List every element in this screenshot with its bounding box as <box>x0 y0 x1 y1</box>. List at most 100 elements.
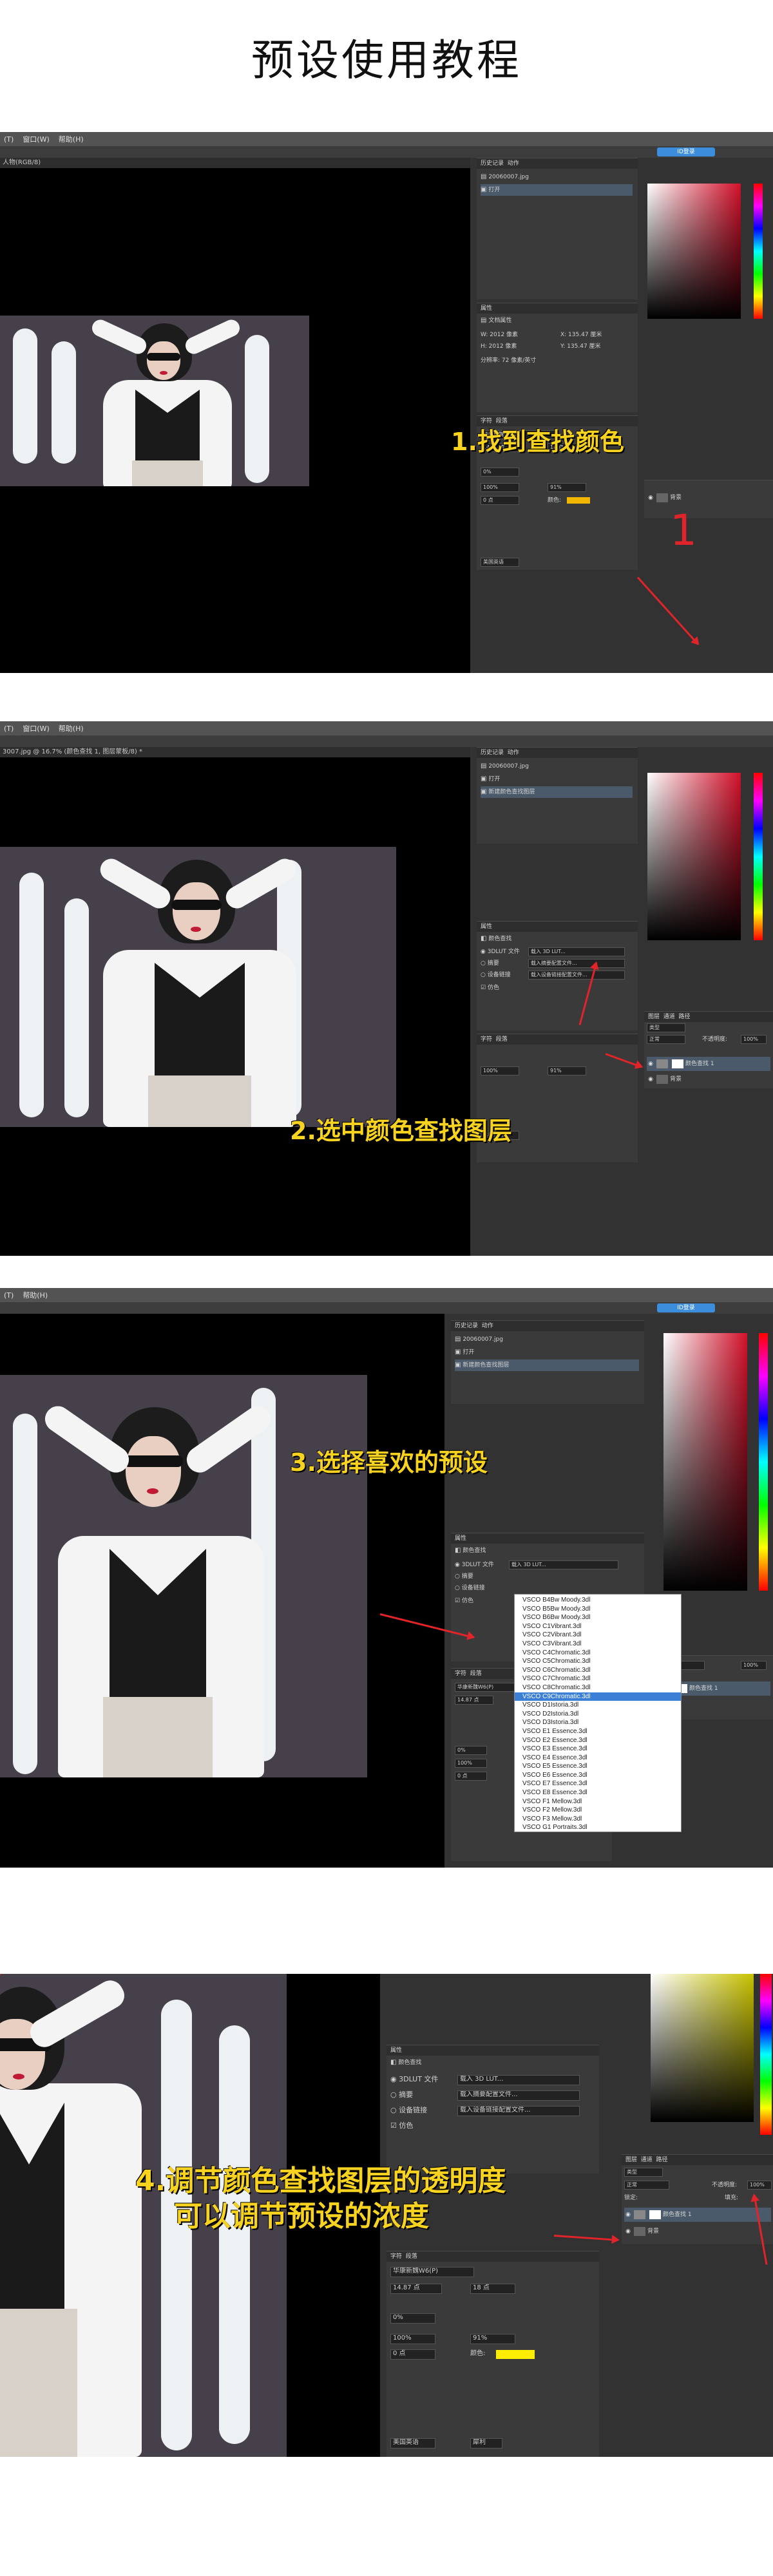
preset-option[interactable]: VSCO E7 Essence.3dl <box>515 1779 681 1788</box>
preset-option[interactable]: VSCO D1Istoria.3dl <box>515 1701 681 1710</box>
horizontal-scale-field[interactable]: 91% <box>470 2334 515 2344</box>
document-tab[interactable]: 人物(RGB/8) <box>0 158 477 168</box>
history-step-new-layer[interactable]: ▣ 新建颜色查找图层 <box>455 1359 639 1371</box>
preset-option[interactable]: VSCO F2 Mellow.3dl <box>515 1806 681 1815</box>
hue-slider[interactable] <box>754 773 763 940</box>
menu-item[interactable]: 帮助(H) <box>23 1290 48 1300</box>
radio-device-link[interactable]: ○ 设备链接 <box>455 1582 485 1594</box>
cloud-login-badge[interactable]: ID登录 <box>657 147 715 156</box>
radio-3dlut[interactable]: ◉ 3DLUT 文件 <box>481 946 520 958</box>
preset-option[interactable]: VSCO C7Chromatic.3dl <box>515 1674 681 1683</box>
eye-icon[interactable]: ◉ <box>624 2224 632 2239</box>
vertical-scale-field[interactable]: 100% <box>455 1759 487 1768</box>
radio-3dlut[interactable]: ◉ 3DLUT 文件 <box>455 1559 494 1571</box>
radio-3dlut[interactable]: ◉ 3DLUT 文件 <box>390 2074 438 2085</box>
history-step-open[interactable]: ▣ 打开 <box>481 184 633 196</box>
eye-icon[interactable]: ◉ <box>647 1072 654 1086</box>
vertical-scale-field[interactable]: 100% <box>481 483 519 492</box>
menu-item[interactable]: (T) <box>4 1291 14 1300</box>
anti-alias-select[interactable]: 犀利 <box>470 2438 502 2448</box>
device-link-select[interactable]: 载入设备链接配置文件... <box>457 2106 580 2116</box>
preset-option[interactable]: VSCO E5 Essence.3dl <box>515 1762 681 1771</box>
device-link-select[interactable]: 载入设备链接配置文件... <box>528 971 625 980</box>
preset-option[interactable]: VSCO C1Vibrant.3dl <box>515 1622 681 1631</box>
text-color-swatch[interactable] <box>567 497 590 504</box>
preset-dropdown-list[interactable]: VSCO B4Bw Moody.3dl VSCO B5Bw Moody.3dl VS… <box>514 1594 682 1832</box>
layer-kind-filter[interactable]: 类型 <box>624 2168 663 2177</box>
preset-option[interactable]: VSCO C2Vibrant.3dl <box>515 1631 681 1640</box>
preset-option[interactable]: VSCO E4 Essence.3dl <box>515 1754 681 1763</box>
vertical-scale-field[interactable]: 100% <box>481 1066 519 1075</box>
history-step-new-layer[interactable]: ▣ 新建颜色查找图层 <box>481 786 633 798</box>
hue-slider[interactable] <box>760 1974 772 2135</box>
preset-option[interactable]: VSCO C4Chromatic.3dl <box>515 1649 681 1658</box>
lut-select[interactable]: 载入 3D LUT... <box>509 1560 618 1569</box>
dither-checkbox[interactable]: ☑ 仿色 <box>481 982 499 994</box>
font-family-select[interactable]: 华康新魏W6(P) <box>390 2267 474 2277</box>
tracking-field[interactable]: 0% <box>481 468 519 477</box>
color-picker-field[interactable] <box>647 184 741 319</box>
text-color-swatch[interactable] <box>496 2350 535 2359</box>
font-family-select[interactable]: 华康新魏W6(P) <box>455 1683 519 1692</box>
vertical-scale-field[interactable]: 100% <box>390 2334 435 2344</box>
opacity-field[interactable]: 100% <box>741 1661 767 1670</box>
language-select[interactable]: 美国英语 <box>390 2438 435 2448</box>
radio-abstract[interactable]: ○ 摘要 <box>481 958 499 969</box>
preset-option[interactable]: VSCO G1 Portraits.3dl <box>515 1823 681 1832</box>
language-select[interactable]: 美国英语 <box>481 558 519 567</box>
preset-option[interactable]: VSCO D2Istoria.3dl <box>515 1710 681 1719</box>
opacity-field[interactable]: 100% <box>741 1035 767 1044</box>
menu-item[interactable]: (T) <box>4 135 14 144</box>
dither-checkbox[interactable]: ☑ 仿色 <box>390 2120 413 2132</box>
preset-option[interactable]: VSCO B4Bw Moody.3dl <box>515 1596 681 1605</box>
eye-icon[interactable]: ◉ <box>624 2208 632 2222</box>
cloud-login-badge[interactable]: ID登录 <box>657 1303 715 1312</box>
lut-select[interactable]: 载入 3D LUT... <box>528 947 625 956</box>
preset-option[interactable]: VSCO E1 Essence.3dl <box>515 1727 681 1736</box>
preset-option[interactable]: VSCO E8 Essence.3dl <box>515 1788 681 1797</box>
horizontal-scale-field[interactable]: 91% <box>548 1066 586 1075</box>
preset-option[interactable]: VSCO C5Chromatic.3dl <box>515 1657 681 1666</box>
font-size-field[interactable]: 14.87 点 <box>455 1696 493 1705</box>
dither-checkbox[interactable]: ☑ 仿色 <box>455 1595 473 1607</box>
baseline-field[interactable]: 0 点 <box>390 2349 435 2360</box>
hue-slider[interactable] <box>754 184 763 319</box>
menu-item[interactable]: (T) <box>4 724 14 733</box>
abstract-select[interactable]: 载入摘要配置文件... <box>457 2090 580 2101</box>
preset-option[interactable]: VSCO E6 Essence.3dl <box>515 1771 681 1780</box>
leading-field[interactable]: 18 点 <box>470 2284 515 2294</box>
history-snapshot[interactable]: ▤ 20060007.jpg <box>455 1334 639 1345</box>
layer-color-lookup[interactable]: ◉颜色查找 1 <box>624 2208 771 2222</box>
layer-background[interactable]: ◉ 背景 <box>647 1072 770 1086</box>
color-picker-field[interactable] <box>651 1974 754 2122</box>
layer-background[interactable]: ◉ 背景 <box>624 2224 771 2239</box>
preset-option[interactable]: VSCO D3Istoria.3dl <box>515 1718 681 1727</box>
preset-option[interactable]: VSCO B5Bw Moody.3dl <box>515 1605 681 1614</box>
tracking-field[interactable]: 0% <box>390 2313 435 2324</box>
history-snapshot[interactable]: ▤ 20060007.jpg <box>481 171 633 183</box>
tracking-field[interactable]: 0% <box>455 1746 487 1755</box>
menu-item[interactable]: 窗口(W) <box>23 723 49 734</box>
preset-option[interactable]: VSCO C9Chromatic.3dl <box>515 1692 681 1701</box>
radio-abstract[interactable]: ○ 摘要 <box>455 1571 473 1582</box>
color-picker-field[interactable] <box>647 773 741 940</box>
radio-abstract[interactable]: ○ 摘要 <box>390 2089 413 2101</box>
preset-option[interactable]: VSCO E3 Essence.3dl <box>515 1745 681 1754</box>
lut-select[interactable]: 载入 3D LUT... <box>457 2075 580 2085</box>
preset-option[interactable]: VSCO C6Chromatic.3dl <box>515 1666 681 1675</box>
menu-item[interactable]: 帮助(H) <box>59 723 84 734</box>
layer-color-lookup[interactable]: ◉颜色查找 1 <box>666 1681 770 1696</box>
blend-mode-select[interactable]: 正常 <box>647 1035 685 1044</box>
horizontal-scale-field[interactable]: 91% <box>548 483 586 492</box>
font-size-field[interactable]: 14.87 点 <box>390 2284 442 2294</box>
radio-device-link[interactable]: ○ 设备链接 <box>481 969 511 981</box>
history-snapshot[interactable]: ▤ 20060007.jpg <box>481 761 633 772</box>
hue-slider[interactable] <box>759 1333 768 1591</box>
baseline-field[interactable]: 0 点 <box>455 1772 487 1781</box>
blend-mode-select[interactable]: 正常 <box>624 2181 669 2190</box>
abstract-select[interactable]: 载入摘要配置文件... <box>528 959 625 968</box>
preset-option[interactable]: VSCO C8Chromatic.3dl <box>515 1683 681 1692</box>
menu-item[interactable]: 窗口(W) <box>23 134 49 144</box>
preset-option[interactable]: VSCO C3Vibrant.3dl <box>515 1640 681 1649</box>
opacity-field[interactable]: 100% <box>747 2181 772 2190</box>
